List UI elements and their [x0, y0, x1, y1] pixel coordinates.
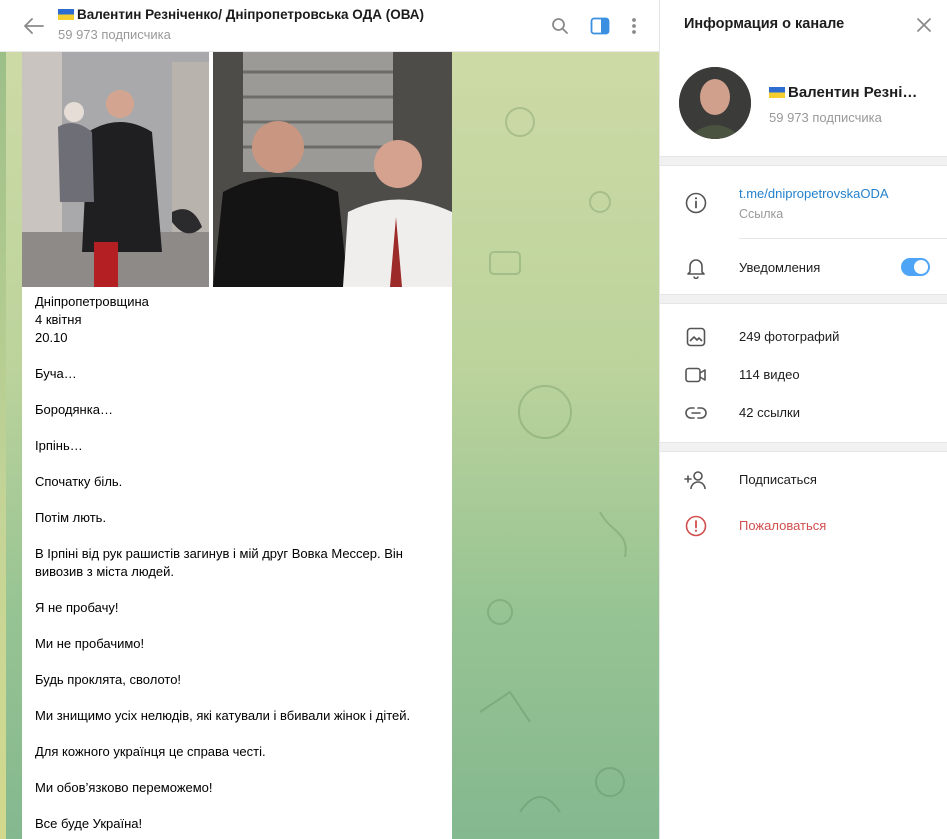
- post-line: Будь проклята, сволото!: [35, 672, 182, 687]
- links-count: 42 ссылки: [739, 405, 800, 420]
- report-label: Пожаловаться: [739, 518, 827, 533]
- info-panel-title: Информация о канале: [684, 16, 845, 32]
- subscribe-button[interactable]: Подписаться: [660, 467, 947, 493]
- post-photo-2[interactable]: [213, 52, 452, 287]
- section-divider: [660, 294, 947, 304]
- post-line: Ми обов’язково переможемо!: [35, 780, 213, 795]
- more-options-icon[interactable]: [620, 12, 648, 40]
- photo-icon: [684, 325, 708, 349]
- chat-pane: Валентин Резніченко/ Дніпропетровська ОД…: [0, 0, 659, 839]
- post-text: Дніпропетровщина 4 квітня 20.10 Буча… Бо…: [35, 293, 445, 833]
- post-line: Ми знищимо усіх нелюдів, які катували і …: [35, 708, 411, 723]
- post-line: Спочатку біль.: [35, 474, 123, 489]
- channel-name: Валентин Резні…: [769, 84, 917, 101]
- ukraine-flag-icon: [58, 9, 74, 20]
- close-icon[interactable]: [913, 14, 935, 36]
- report-icon: [684, 514, 708, 538]
- notifications-toggle[interactable]: [901, 258, 930, 276]
- links-row[interactable]: 42 ссылки: [660, 400, 947, 426]
- post-photo-1[interactable]: [22, 52, 209, 287]
- chat-left-strip: [0, 52, 6, 839]
- post-line: 4 квітня: [35, 312, 82, 327]
- chat-title[interactable]: Валентин Резніченко/ Дніпропетровська ОД…: [58, 7, 424, 22]
- section-divider: [660, 156, 947, 166]
- videos-row[interactable]: 114 видео: [660, 362, 947, 388]
- section-divider: [660, 442, 947, 452]
- post-line: Для кожного українця це справа честі.: [35, 744, 266, 759]
- post-line: Потім лють.: [35, 510, 107, 525]
- search-icon[interactable]: [546, 12, 574, 40]
- subscribe-label: Подписаться: [739, 472, 817, 487]
- video-icon: [684, 363, 708, 387]
- chat-subscriber-count: 59 973 подписчика: [58, 27, 171, 42]
- post-line: Я не пробачу!: [35, 600, 119, 615]
- chat-header: Валентин Резніченко/ Дніпропетровська ОД…: [0, 0, 659, 52]
- post-line: Ми не пробачимо!: [35, 636, 145, 651]
- channel-link[interactable]: t.me/dnipropetrovskaODA: [739, 186, 889, 201]
- channel-info-panel: Информация о канале Валентин Резні… 59 9…: [659, 0, 947, 839]
- notifications-label: Уведомления: [739, 260, 821, 275]
- sidebar-toggle-icon[interactable]: [586, 12, 614, 40]
- bell-icon: [684, 256, 708, 280]
- report-button[interactable]: Пожаловаться: [660, 513, 947, 539]
- row-divider: [739, 238, 947, 239]
- channel-post[interactable]: Дніпропетровщина 4 квітня 20.10 Буча… Бо…: [22, 52, 452, 839]
- back-arrow-icon[interactable]: [20, 12, 48, 40]
- channel-avatar[interactable]: [679, 67, 751, 139]
- post-line: Ірпінь…: [35, 438, 83, 453]
- post-line: Дніпропетровщина: [35, 294, 149, 309]
- post-line: Буча…: [35, 366, 77, 381]
- link-icon: [684, 401, 708, 425]
- post-line: Бородянка…: [35, 402, 113, 417]
- info-icon: [684, 191, 708, 215]
- videos-count: 114 видео: [739, 367, 800, 382]
- channel-link-label: Ссылка: [739, 207, 784, 221]
- post-line: 20.10: [35, 330, 68, 345]
- post-line: Все буде Україна!: [35, 816, 143, 831]
- channel-subscriber-count: 59 973 подписчика: [769, 110, 882, 125]
- add-user-icon: [684, 468, 708, 492]
- ukraine-flag-icon: [769, 87, 785, 98]
- post-line: В Ірпіні від рук рашистів загинув і мій …: [35, 546, 403, 579]
- photos-count: 249 фотографий: [739, 329, 840, 344]
- photos-row[interactable]: 249 фотографий: [660, 324, 947, 350]
